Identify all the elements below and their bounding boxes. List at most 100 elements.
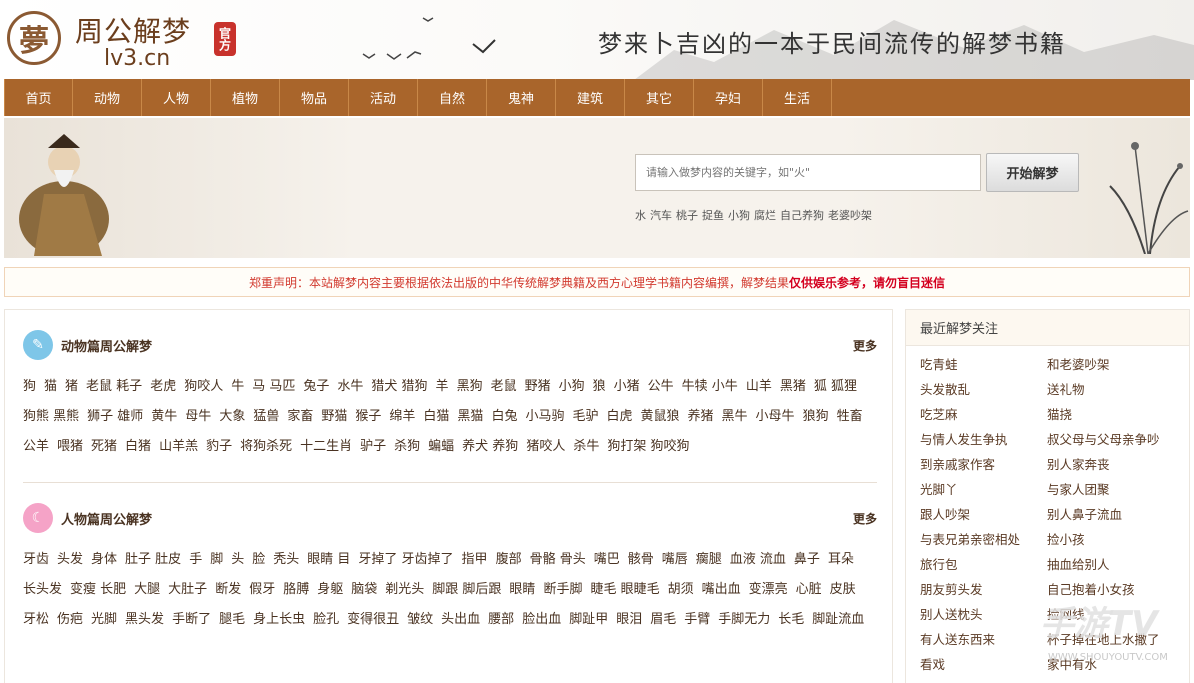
hot-keyword-link[interactable]: 桃子: [676, 207, 698, 223]
dream-link[interactable]: 别人送枕头: [920, 602, 1047, 627]
hot-keyword-link[interactable]: 捉鱼: [702, 207, 724, 223]
nav-item-ghosts[interactable]: 鬼神: [487, 79, 556, 116]
dream-link[interactable]: 白猫: [423, 409, 449, 424]
dream-link[interactable]: 长头发: [23, 582, 62, 597]
site-name[interactable]: 周公解梦: [75, 10, 191, 50]
dream-link[interactable]: 与家人团聚: [1047, 477, 1187, 502]
dream-link[interactable]: 脸孔: [313, 612, 339, 627]
dream-link[interactable]: 狗: [23, 379, 36, 394]
dream-link[interactable]: 身躯: [317, 582, 343, 597]
nav-item-others[interactable]: 其它: [625, 79, 694, 116]
dream-link[interactable]: 牛: [231, 379, 244, 394]
dream-link[interactable]: 变瘦 长肥: [70, 582, 126, 597]
dream-link[interactable]: 公羊: [23, 439, 49, 454]
dream-link[interactable]: 牙掉了 牙齿掉了: [358, 552, 453, 567]
dream-link[interactable]: 身上长虫: [253, 612, 305, 627]
dream-link[interactable]: 旅行包: [920, 552, 1047, 577]
dream-link[interactable]: 黑牛: [722, 409, 748, 424]
dream-link[interactable]: 胳膊: [283, 582, 309, 597]
dream-link[interactable]: 跟人吵架: [920, 502, 1047, 527]
dream-link[interactable]: 头发: [57, 552, 83, 567]
dream-link[interactable]: 嘴巴: [594, 552, 620, 567]
dream-link[interactable]: 喂猪: [57, 439, 83, 454]
dream-link[interactable]: 狮子 雄师: [87, 409, 143, 424]
hot-keyword-link[interactable]: 自己养狗: [780, 207, 824, 223]
dream-link[interactable]: 心脏: [796, 582, 822, 597]
dream-link[interactable]: 死猪: [91, 439, 117, 454]
dream-link[interactable]: 将狗杀死: [240, 439, 292, 454]
dream-link[interactable]: 猫挠: [1047, 402, 1187, 427]
dream-link[interactable]: 黑猫: [457, 409, 483, 424]
dream-link[interactable]: 公牛: [648, 379, 674, 394]
dream-link[interactable]: 伤疤: [57, 612, 83, 627]
dream-link[interactable]: 白虎: [606, 409, 632, 424]
nav-item-home[interactable]: 首页: [4, 79, 73, 116]
search-button[interactable]: 开始解梦: [986, 153, 1079, 192]
dream-link[interactable]: 黄牛: [151, 409, 177, 424]
dream-link[interactable]: 黄鼠狼: [641, 409, 680, 424]
dream-link[interactable]: 与表兄弟亲密相处: [920, 527, 1047, 552]
dream-link[interactable]: 狗熊 黑熊: [23, 409, 79, 424]
dream-link[interactable]: 狼: [593, 379, 606, 394]
dream-link[interactable]: 大肚子: [168, 582, 207, 597]
dream-link[interactable]: 长毛: [778, 612, 804, 627]
dream-link[interactable]: 假牙: [249, 582, 275, 597]
dream-link[interactable]: 牲畜: [837, 409, 863, 424]
dream-link[interactable]: 抽血给别人: [1047, 552, 1187, 577]
dream-link[interactable]: 嘴出血: [702, 582, 741, 597]
dream-link[interactable]: 吃芝麻: [920, 402, 1047, 427]
dream-link[interactable]: 眼睛: [509, 582, 535, 597]
dream-link[interactable]: 母牛: [185, 409, 211, 424]
nav-item-nature[interactable]: 自然: [418, 79, 487, 116]
dream-link[interactable]: 断发: [215, 582, 241, 597]
dream-link[interactable]: 嘴唇: [662, 552, 688, 567]
dream-link[interactable]: 老虎: [150, 379, 176, 394]
dream-link[interactable]: 猴子: [355, 409, 381, 424]
dream-link[interactable]: 骨骼 骨头: [530, 552, 586, 567]
dream-link[interactable]: 白兔: [491, 409, 517, 424]
dream-link[interactable]: 到亲戚家作客: [920, 452, 1047, 477]
dream-link[interactable]: 胡须: [668, 582, 694, 597]
dream-link[interactable]: 鼻子: [794, 552, 820, 567]
dream-link[interactable]: 手断了: [172, 612, 211, 627]
dream-link[interactable]: 小猪: [614, 379, 640, 394]
dream-link[interactable]: 皮肤: [830, 582, 856, 597]
dream-link[interactable]: 养猪: [688, 409, 714, 424]
hot-keyword-link[interactable]: 水: [635, 207, 646, 223]
dream-link[interactable]: 手: [189, 552, 202, 567]
dream-link[interactable]: 马 马匹: [252, 379, 295, 394]
dream-link[interactable]: 小狗: [559, 379, 585, 394]
dream-link[interactable]: 睫毛 眼睫毛: [590, 582, 659, 597]
dream-search-input[interactable]: [635, 154, 981, 191]
dream-link[interactable]: 老鼠 耗子: [86, 379, 142, 394]
nav-item-buildings[interactable]: 建筑: [556, 79, 625, 116]
dream-link[interactable]: 黑狗: [457, 379, 483, 394]
dream-link[interactable]: 杯子掉在地上水撒了: [1047, 627, 1187, 652]
dream-link[interactable]: 牙齿: [23, 552, 49, 567]
dream-link[interactable]: 山羊: [746, 379, 772, 394]
dream-link[interactable]: 别人家奔丧: [1047, 452, 1187, 477]
dream-link[interactable]: 脚跟 脚后跟: [432, 582, 501, 597]
more-link[interactable]: 更多: [853, 337, 877, 354]
logo-icon[interactable]: 夢: [7, 11, 61, 65]
dream-link[interactable]: 剃光头: [385, 582, 424, 597]
nav-item-plants[interactable]: 植物: [211, 79, 280, 116]
dream-link[interactable]: 头出血: [441, 612, 480, 627]
dream-link[interactable]: 看戏: [920, 652, 1047, 677]
dream-link[interactable]: 变得很丑: [347, 612, 399, 627]
hot-keyword-link[interactable]: 腐烂: [754, 207, 776, 223]
dream-link[interactable]: 蝙蝠: [428, 439, 454, 454]
dream-link[interactable]: 血液 流血: [730, 552, 786, 567]
dream-link[interactable]: 朋友剪头发: [920, 577, 1047, 602]
dream-link[interactable]: 头发散乱: [920, 377, 1047, 402]
dream-link[interactable]: 脚趾甲: [569, 612, 608, 627]
dream-link[interactable]: 绵羊: [389, 409, 415, 424]
dream-link[interactable]: 养犬 养狗: [462, 439, 518, 454]
dream-link[interactable]: 水牛: [337, 379, 363, 394]
dream-link[interactable]: 猪: [65, 379, 78, 394]
dream-link[interactable]: 腿毛: [219, 612, 245, 627]
dream-link[interactable]: 猛兽: [253, 409, 279, 424]
hot-keyword-link[interactable]: 汽车: [650, 207, 672, 223]
nav-item-pregnancy[interactable]: 孕妇: [694, 79, 763, 116]
dream-link[interactable]: 白猪: [125, 439, 151, 454]
